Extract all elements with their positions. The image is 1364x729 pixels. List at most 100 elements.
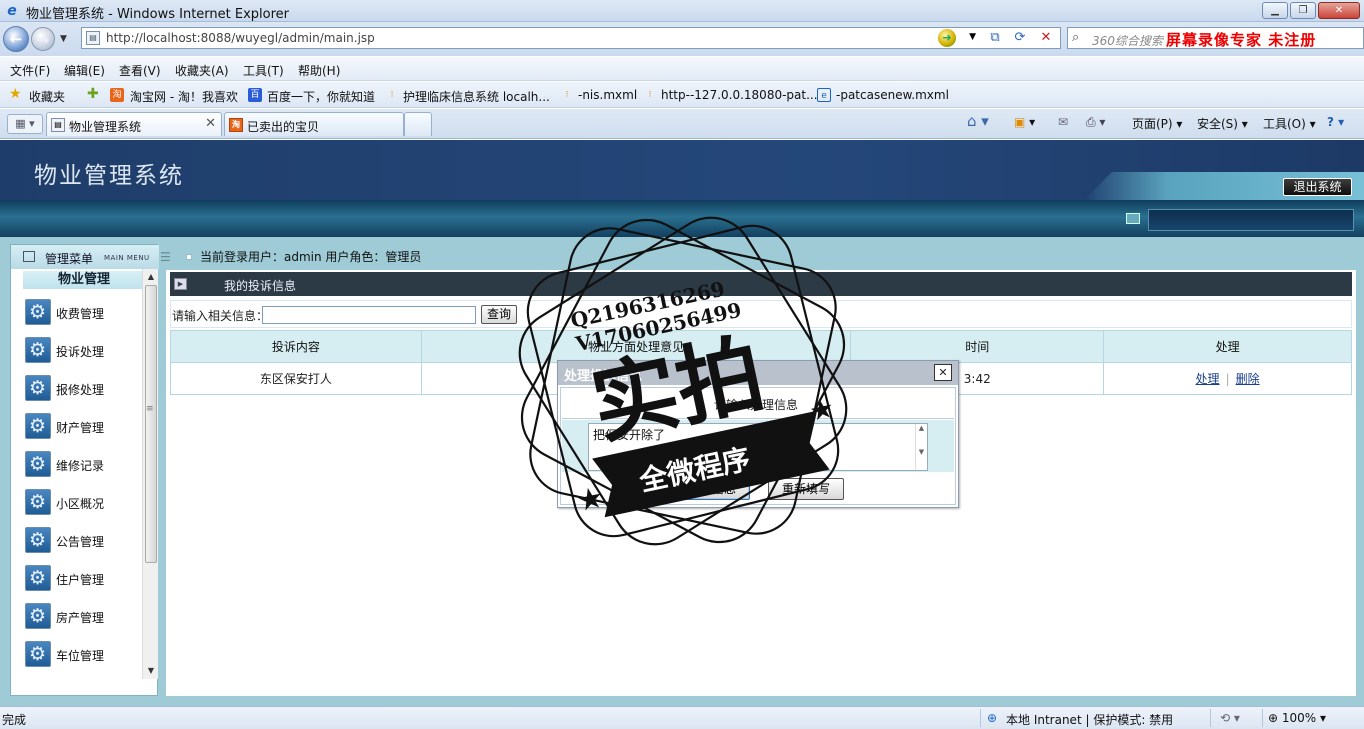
status-text: 完成 <box>2 713 27 727</box>
gear-icon <box>25 413 51 439</box>
menu-file[interactable]: 文件(F) <box>10 62 50 79</box>
menu-tools[interactable]: 工具(T) <box>243 62 284 79</box>
print-icon[interactable]: ⎙ ▾ <box>1086 115 1105 130</box>
address-bar[interactable]: ▤ http://localhost:8088/wuyegl/admin/mai… <box>81 27 1061 49</box>
favorite-link-http[interactable]: http--127.0.0.18080-pat... <box>661 88 818 102</box>
favorite-link-patcase[interactable]: -patcasenew.mxml <box>836 88 949 102</box>
process-opinion-textarea[interactable]: 把保安开除了 <box>588 423 928 471</box>
sidebar-item-label: 报修处理 <box>56 383 105 397</box>
refresh-icon[interactable]: ⟳ <box>1010 29 1030 47</box>
sidebar-item-properties[interactable]: 房产管理 <box>23 603 143 633</box>
sidebar-vertical-scrollbar[interactable]: ▲ ≡ ▼ <box>142 269 158 679</box>
stop-icon[interactable]: ✕ <box>1036 29 1056 47</box>
add-favorite-icon[interactable]: ✚ <box>87 86 99 102</box>
quick-tabs-button[interactable]: ▦ ▾ <box>7 114 43 134</box>
menu-help[interactable]: 帮助(H) <box>298 62 340 79</box>
restore-button[interactable]: ❐ <box>1290 2 1316 19</box>
favorite-link-taobao[interactable]: 淘宝网 - 淘！我喜欢 <box>130 88 238 105</box>
dialog-title: 处理投诉信息 <box>564 369 643 384</box>
column-header: 时间 <box>850 330 1105 363</box>
tab-property-system[interactable]: ▤ 物业管理系统 ✕ <box>46 112 222 136</box>
query-button[interactable]: 查询 <box>481 305 517 324</box>
process-link[interactable]: 处理 <box>1196 372 1220 386</box>
mail-icon[interactable]: ✉ <box>1058 115 1068 129</box>
status-bar: 完成 ⊕ 本地 Intranet | 保护模式: 禁用 ⟲ ▾ ⊕ 100% ▾ <box>0 706 1364 729</box>
safety-menu[interactable]: 安全(S) ▾ <box>1197 115 1248 132</box>
separator: | <box>1225 372 1230 386</box>
sidebar-title: 管理菜单 <box>45 252 94 266</box>
process-complaint-dialog: 处理投诉信息 ✕ 请输入处理信息 把保安开除了 ▲ ▼ 提交信息 重新填写 <box>557 360 959 508</box>
sidebar-item-label: 投诉处理 <box>56 345 105 359</box>
favorite-link-nis[interactable]: -nis.mxml <box>578 88 637 102</box>
complaint-search-input[interactable] <box>262 306 476 324</box>
bullet-icon <box>186 254 192 260</box>
tab-sold-items[interactable]: 淘 已卖出的宝贝 <box>224 112 404 136</box>
address-dropdown-icon[interactable]: ▼ <box>969 32 976 42</box>
menu-favorites[interactable]: 收藏夹(A) <box>175 62 229 79</box>
sidebar-item-maintenance[interactable]: 维修记录 <box>23 451 143 481</box>
menu-view[interactable]: 查看(V) <box>119 62 161 79</box>
zoom-control[interactable]: ⊕ 100% ▾ <box>1268 711 1326 725</box>
sidebar-item-label: 维修记录 <box>56 459 105 473</box>
favorite-link-baidu[interactable]: 百度一下，你就知道 <box>267 88 375 105</box>
gear-icon <box>25 603 51 629</box>
forward-button[interactable]: → <box>31 27 55 51</box>
security-zone-text[interactable]: 本地 Intranet | 保护模式: 禁用 <box>1006 711 1173 728</box>
address-input[interactable]: http://localhost:8088/wuyegl/admin/main.… <box>106 31 375 45</box>
tools-menu[interactable]: 工具(O) ▾ <box>1263 115 1316 132</box>
menu-group-title[interactable]: 物业管理 <box>23 271 145 289</box>
globe-icon: ⊕ <box>987 711 998 725</box>
search-input[interactable]: 360综合搜索 <box>1092 32 1163 49</box>
history-dropdown-icon[interactable]: ▼ <box>60 34 67 44</box>
minimize-button[interactable]: ▁ <box>1262 2 1288 19</box>
sidebar-item-overview[interactable]: 小区概况 <box>23 489 143 519</box>
loading-icon: ⁝ <box>648 90 652 100</box>
menu-edit[interactable]: 编辑(E) <box>64 62 105 79</box>
protected-mode-icon[interactable]: ⟲ ▾ <box>1220 711 1240 725</box>
play-icon: ▶ <box>174 278 187 290</box>
favorite-link-nursing[interactable]: 护理临床信息系统 localh... <box>403 88 550 105</box>
page-menu[interactable]: 页面(P) ▾ <box>1132 115 1182 132</box>
sidebar-item-label: 住户管理 <box>56 573 105 587</box>
back-button[interactable]: ← <box>3 26 29 52</box>
favorites-button[interactable]: 收藏夹 <box>29 88 65 105</box>
home-icon[interactable]: ⌂ ▾ <box>967 112 989 130</box>
logout-button[interactable]: 退出系统 <box>1283 178 1352 196</box>
window-title: 物业管理系统 - Windows Internet Explorer <box>26 7 289 22</box>
sidebar-item-fees[interactable]: 收费管理 <box>23 299 143 329</box>
page-icon: e <box>817 88 831 102</box>
sidebar-item-residents[interactable]: 住户管理 <box>23 565 143 595</box>
column-header: 投诉内容 <box>170 330 422 363</box>
compatibility-view-icon[interactable]: ⧉ <box>985 29 1005 47</box>
content-title: 我的投诉信息 <box>224 279 297 293</box>
safety-menu-label: 安全(S) <box>1197 117 1238 131</box>
scroll-up-icon[interactable]: ▲ <box>143 269 159 285</box>
reset-button[interactable]: 重新填写 <box>768 478 844 500</box>
close-icon[interactable]: ✕ <box>934 364 952 381</box>
complaint-content-cell: 东区保安打人 <box>170 362 422 395</box>
sidebar-item-assets[interactable]: 财产管理 <box>23 413 143 443</box>
close-tab-icon[interactable]: ✕ <box>205 116 216 131</box>
sidebar-item-parking[interactable]: 车位管理 <box>23 641 143 671</box>
sidebar-item-repairs[interactable]: 报修处理 <box>23 375 143 405</box>
help-icon[interactable]: ? ▾ <box>1327 115 1344 129</box>
sidebar-item-complaints[interactable]: 投诉处理 <box>23 337 143 367</box>
sidebar-item-label: 小区概况 <box>56 497 105 511</box>
dialog-heading-row: 请输入处理信息 <box>562 389 954 419</box>
close-window-button[interactable]: ✕ <box>1318 2 1360 19</box>
dialog-buttons: 提交信息 重新填写 <box>562 474 954 502</box>
sidebar-item-notices[interactable]: 公告管理 <box>23 527 143 557</box>
gear-icon <box>25 527 51 553</box>
submit-button[interactable]: 提交信息 <box>674 478 750 500</box>
scroll-down-icon[interactable]: ▼ <box>143 663 159 679</box>
textarea-scrollbar[interactable]: ▲ ▼ <box>915 424 927 470</box>
delete-link[interactable]: 删除 <box>1236 372 1260 386</box>
menu-toggle-icon[interactable]: ☰ <box>160 250 171 264</box>
search-label: 请输入相关信息： <box>172 309 269 323</box>
new-tab-button[interactable] <box>404 112 432 136</box>
search-bar[interactable]: ⌕ 360综合搜索 屏幕录像专家 未注册 <box>1067 27 1364 49</box>
scroll-thumb[interactable] <box>145 285 157 563</box>
feeds-icon[interactable]: ▣ ▾ <box>1014 115 1035 129</box>
gear-icon <box>25 299 51 325</box>
go-icon[interactable]: ➜ <box>938 29 956 47</box>
